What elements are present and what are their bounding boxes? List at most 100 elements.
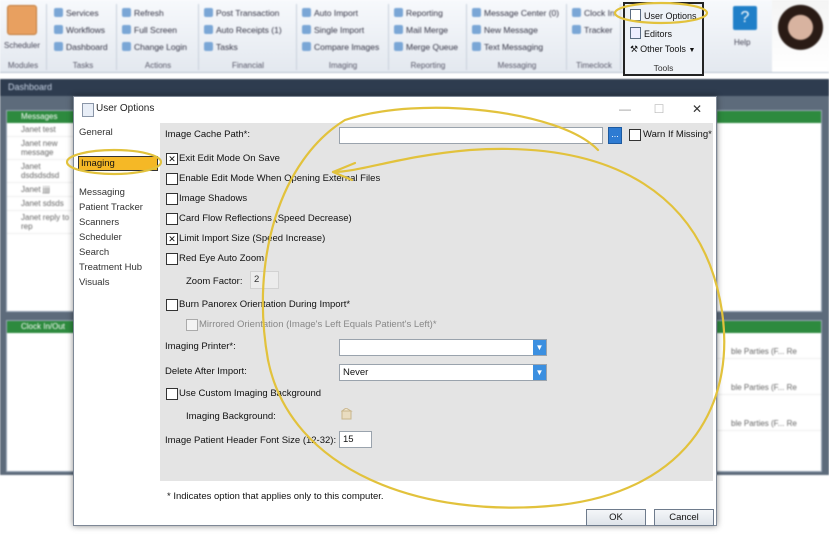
category-scanners[interactable]: Scanners [79, 217, 119, 228]
ribbon-group-title: Financial [231, 61, 264, 70]
card-flow-checkbox[interactable] [166, 213, 178, 225]
close-button[interactable]: ✕ [686, 100, 708, 118]
burn-panorex-label: Burn Panorex Orientation During Import* [179, 299, 351, 310]
warn-if-missing-label: Warn If Missing* [643, 129, 712, 140]
messages-panel-header: Messages [7, 111, 75, 123]
dashboard-title: Dashboard [8, 82, 53, 92]
ribbon-group-financial: Post Transaction Auto Receipts (1) Tasks… [200, 4, 297, 70]
tracker-button[interactable]: Tracker [572, 25, 613, 35]
category-visuals[interactable]: Visuals [79, 277, 109, 288]
message-item[interactable]: Janet sdsds [7, 197, 75, 211]
ribbon-group-title: Tasks [72, 61, 94, 70]
other-tools-button[interactable]: ⚒ Other Tools ▼ [630, 44, 695, 55]
category-messaging[interactable]: Messaging [79, 187, 125, 198]
ribbon: Scheduler Modules Services Workflows Das… [0, 0, 829, 73]
burn-panorex-checkbox[interactable] [166, 299, 178, 311]
auto-receipts-button[interactable]: Auto Receipts (1) [204, 25, 282, 35]
category-patient-tracker[interactable]: Patient Tracker [79, 202, 143, 213]
maximize-button[interactable]: ☐ [648, 100, 670, 118]
text-messaging-button[interactable]: Text Messaging [472, 42, 543, 52]
imaging-options-panel: Image Cache Path*: ... Warn If Missing* … [160, 123, 713, 481]
header-font-size-label: Image Patient Header Font Size (12-32): [165, 435, 337, 446]
services-button[interactable]: Services [54, 8, 99, 18]
other-tools-label: Other Tools [640, 44, 686, 54]
red-eye-checkbox[interactable] [166, 253, 178, 265]
message-item[interactable]: Janet dsdsdsdsd [7, 160, 75, 183]
single-import-button[interactable]: Single Import [302, 25, 364, 35]
message-item[interactable]: Janet test [7, 123, 75, 137]
right-panel-header [717, 111, 821, 123]
mirrored-orientation-checkbox[interactable] [186, 319, 198, 331]
browse-button[interactable]: ... [608, 127, 622, 144]
category-scheduler[interactable]: Scheduler [79, 232, 122, 243]
image-shadows-label: Image Shadows [179, 193, 248, 204]
list-item: ble Parties (F... Re [717, 359, 821, 395]
refresh-button[interactable]: Refresh [122, 8, 164, 18]
ribbon-group-modules: Modules [0, 4, 47, 70]
editors-button[interactable]: Editors [630, 27, 672, 39]
ribbon-group-title: Timeclock [576, 61, 612, 70]
image-shadows-checkbox[interactable] [166, 193, 178, 205]
imaging-printer-select[interactable]: ▼ [339, 339, 547, 356]
chevron-down-icon[interactable]: ▼ [533, 365, 546, 380]
zoom-factor-input[interactable]: 2 [250, 271, 279, 289]
minimize-button[interactable]: — [614, 100, 636, 118]
chevron-down-icon[interactable]: ▼ [533, 340, 546, 355]
category-imaging[interactable]: Imaging [78, 156, 158, 171]
post-transaction-button[interactable]: Post Transaction [204, 8, 279, 18]
reporting-button[interactable]: Reporting [394, 8, 443, 18]
compare-images-button[interactable]: Compare Images [302, 42, 379, 52]
new-message-button[interactable]: New Message [472, 25, 538, 35]
workflows-button[interactable]: Workflows [54, 25, 105, 35]
card-flow-label: Card Flow Reflections (Speed Decrease) [179, 213, 352, 224]
ok-button[interactable]: OK [586, 509, 646, 526]
cancel-button[interactable]: Cancel [654, 509, 714, 526]
right-panel-bottom-header [717, 321, 821, 333]
clock-in-button[interactable]: Clock In [572, 8, 615, 18]
image-cache-path-input[interactable] [339, 127, 603, 144]
enable-edit-mode-label: Enable Edit Mode When Opening External F… [179, 173, 381, 184]
merge-queue-button[interactable]: Merge Queue [394, 42, 458, 52]
right-panel-top [716, 110, 822, 312]
change-login-button[interactable]: Change Login [122, 42, 187, 52]
header-font-size-input[interactable]: 15 [339, 431, 372, 448]
zoom-factor-label: Zoom Factor: [186, 276, 243, 287]
category-treatment-hub[interactable]: Treatment Hub [79, 262, 142, 273]
ribbon-group-title: Messaging [497, 61, 537, 70]
user-options-icon [630, 9, 641, 21]
right-panel-bottom: ble Parties (F... Re ble Parties (F... R… [716, 320, 822, 472]
message-item[interactable]: Janet new message [7, 137, 75, 160]
delete-after-import-label: Delete After Import: [165, 366, 247, 377]
dialog-title: User Options [96, 103, 155, 114]
clock-panel: Clock In/Out [6, 320, 76, 472]
ribbon-group-tasks: Services Workflows Dashboard Tasks [50, 4, 117, 70]
user-options-button[interactable]: User Options [630, 9, 697, 21]
imaging-printer-label: Imaging Printer*: [165, 341, 236, 352]
message-center-button[interactable]: Message Center (0) [472, 8, 559, 18]
imaging-background-label: Imaging Background: [186, 411, 276, 422]
message-item[interactable]: Janet jjjj [7, 183, 75, 197]
mirrored-orientation-label: Mirrored Orientation (Image's Left Equal… [199, 319, 437, 330]
financial-tasks-button[interactable]: Tasks [204, 42, 238, 52]
exit-edit-mode-checkbox[interactable]: ✕ [166, 153, 178, 165]
editors-icon [630, 27, 641, 39]
mail-merge-button[interactable]: Mail Merge [394, 25, 448, 35]
enable-edit-mode-checkbox[interactable] [166, 173, 178, 185]
color-picker-icon[interactable] [341, 408, 353, 420]
category-general[interactable]: General [79, 127, 113, 138]
warn-if-missing-checkbox[interactable] [629, 129, 641, 141]
delete-after-import-select[interactable]: Never ▼ [339, 364, 547, 381]
custom-background-checkbox[interactable] [166, 388, 178, 400]
exit-edit-mode-label: Exit Edit Mode On Save [179, 153, 280, 164]
messages-panel: Messages Janet test Janet new message Ja… [6, 110, 76, 312]
full-screen-button[interactable]: Full Screen [122, 25, 177, 35]
help-icon[interactable]: ? [733, 6, 757, 30]
category-search[interactable]: Search [79, 247, 109, 258]
message-item[interactable]: Janet reply to rep [7, 211, 75, 234]
ribbon-group-title: Modules [7, 61, 39, 70]
dashboard-button[interactable]: Dashboard [54, 42, 108, 52]
limit-import-checkbox[interactable]: ✕ [166, 233, 178, 245]
chevron-down-icon: ▼ [688, 47, 696, 54]
dialog-titlebar: User Options — ☐ ✕ [74, 97, 716, 121]
auto-import-button[interactable]: Auto Import [302, 8, 358, 18]
